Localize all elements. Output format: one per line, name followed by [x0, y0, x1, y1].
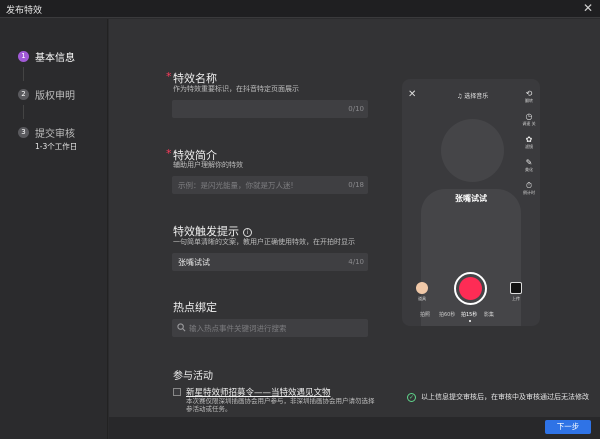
- mode-album: 影集: [484, 312, 495, 318]
- record-icon: [459, 277, 482, 300]
- hotspot-title: 热点绑定: [173, 301, 217, 314]
- phone-preview: ✕ ♫ 选择音乐 张嘴试试 ⟲ 翻转 ◷ 调速 关 ✿ 滤镜 ✎ 美化 ⏱ 倒计时 道具 …: [402, 79, 540, 326]
- step-review-duration: 1-3个工作日: [35, 142, 78, 151]
- flip-icon: ⟲: [525, 89, 533, 98]
- search-icon: [177, 323, 186, 332]
- step-label: 版权申明: [35, 91, 75, 102]
- close-icon: ✕: [408, 89, 417, 100]
- step-submit-review[interactable]: 3 提交审核: [18, 125, 75, 140]
- filter-icon: ✿: [525, 135, 533, 144]
- next-button[interactable]: 下一步: [545, 420, 591, 434]
- hotspot-search-input[interactable]: 输入热点事件关键词进行搜索: [172, 319, 368, 337]
- props-button: 道具: [416, 282, 428, 302]
- char-count: 0/10: [348, 105, 364, 113]
- step-number: 1: [18, 51, 29, 62]
- input-placeholder: 输入热点事件关键词进行搜索: [189, 324, 287, 333]
- trigger-hint-input[interactable]: 张嘴试试 4/10: [172, 253, 368, 271]
- step-copyright[interactable]: 2 版权申明: [18, 87, 75, 102]
- activity-item-desc: 本次赛仅限深圳插画协会用户参与，非深圳插画协会用户请勿选择参活动或任务。: [186, 397, 375, 413]
- input-placeholder: 示例：是闪光能量，你就是万人迷!: [178, 181, 294, 190]
- step-basic-info[interactable]: 1 基本信息: [18, 49, 75, 64]
- step-number: 2: [18, 89, 29, 100]
- notice-text: 以上信息提交审核后，在审核中及审核通过后无法修改: [421, 393, 589, 401]
- flip-tool: ⟲ 翻转: [522, 89, 536, 104]
- char-count: 4/10: [348, 258, 364, 266]
- footer-bar: [109, 417, 600, 439]
- timer-tool: ⏱ 倒计时: [523, 181, 535, 195]
- speed-icon: ◷: [525, 112, 533, 121]
- close-icon[interactable]: ✕: [583, 1, 593, 15]
- step-connector: [23, 67, 24, 81]
- tiktok-icon: [510, 282, 522, 294]
- props-icon: [416, 282, 428, 294]
- window-title: 发布特效: [6, 6, 43, 16]
- title-bar: 发布特效 ✕: [0, 0, 600, 18]
- review-notice: ✓ 以上信息提交审核后，在审核中及审核通过后无法修改: [407, 392, 589, 402]
- avatar-placeholder-body: [421, 189, 521, 326]
- activity-title: 参与活动: [173, 371, 213, 382]
- active-mode-dot: [469, 320, 471, 322]
- mode-60s: 拍60秒: [439, 312, 456, 318]
- upload-button: 上传: [510, 282, 522, 302]
- effect-intro-desc: 辅助用户理解你的特效: [173, 161, 243, 169]
- effect-name-desc: 作为特效重要标识，在抖音特定页面展示: [173, 85, 299, 93]
- mode-15s: 拍15秒: [461, 312, 478, 318]
- info-icon[interactable]: i: [243, 228, 252, 237]
- activity-checkbox[interactable]: [173, 388, 181, 396]
- input-value: 张嘴试试: [178, 258, 210, 267]
- trigger-hint-desc: 一句简单清晰的文案，教用户正确使用特效，在开拍时显示: [173, 238, 355, 246]
- beautify-tool: ✎ 美化: [522, 158, 536, 173]
- step-label: 基本信息: [35, 53, 75, 64]
- beautify-icon: ✎: [525, 158, 533, 167]
- char-count: 0/18: [348, 181, 364, 189]
- filter-tool: ✿ 滤镜: [522, 135, 536, 150]
- step-label: 提交审核: [35, 129, 75, 140]
- select-music: ♫ 选择音乐: [457, 93, 489, 100]
- check-icon: ✓: [407, 392, 416, 402]
- record-button: [454, 272, 487, 305]
- step-connector: [23, 105, 24, 119]
- required-mark: *: [166, 70, 172, 83]
- effect-trigger-text: 张嘴试试: [455, 194, 487, 203]
- timer-icon: ⏱: [525, 181, 533, 190]
- mode-photo: 拍照: [420, 312, 431, 318]
- step-number: 3: [18, 127, 29, 138]
- steps-sidebar: [0, 19, 108, 439]
- effect-intro-input[interactable]: 示例：是闪光能量，你就是万人迷! 0/18: [172, 176, 368, 194]
- required-mark: *: [166, 147, 172, 160]
- avatar-placeholder-head: [441, 119, 504, 182]
- effect-name-input[interactable]: 0/10: [172, 100, 368, 118]
- speed-tool: ◷ 调速 关: [522, 112, 536, 126]
